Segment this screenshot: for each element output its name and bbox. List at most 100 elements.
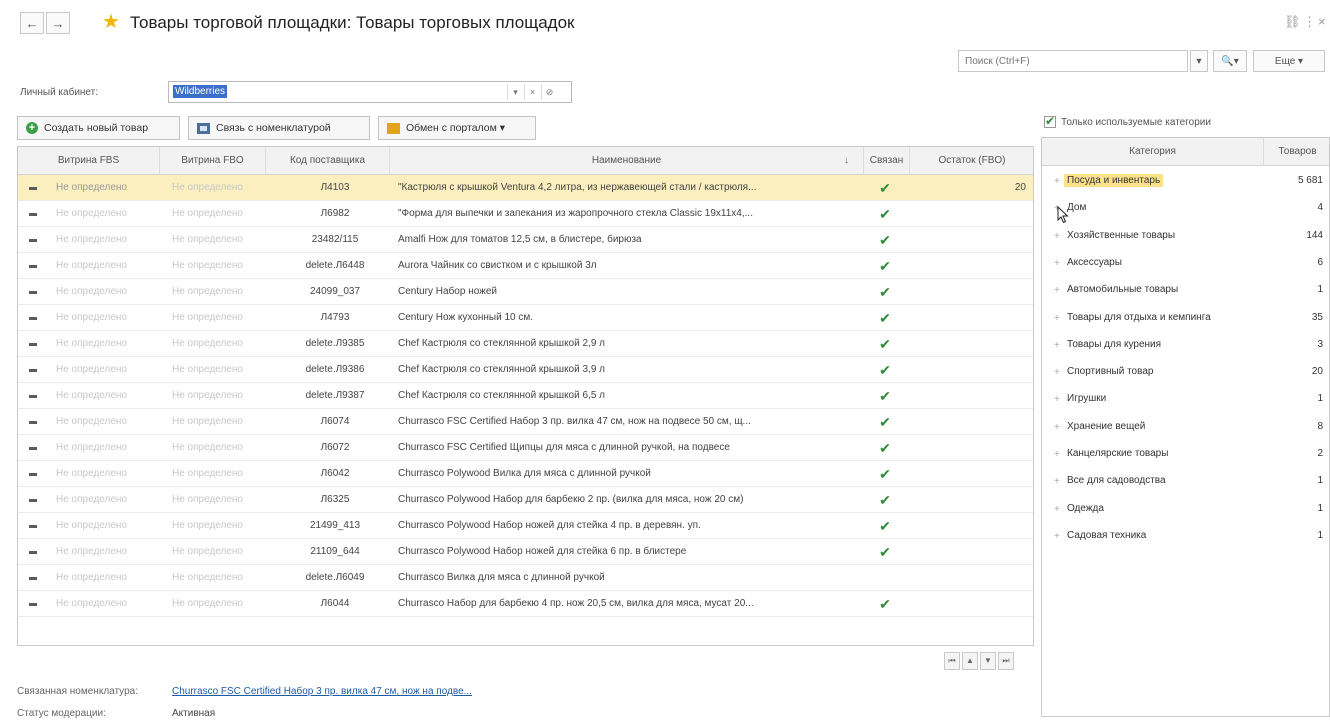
column-name[interactable]: Наименование ↓ (390, 147, 864, 175)
category-row[interactable]: + Садовая техника 1 (1042, 524, 1329, 551)
table-row[interactable]: Не определено Не определено Л4793 Century Н… (18, 305, 1033, 331)
link-nomenclature-button[interactable]: Связь с номенклатурой (188, 116, 370, 140)
table-row[interactable]: Не определено Не определено 21499_413 Churr… (18, 513, 1033, 539)
table-row[interactable]: Не определено Не определено delete.Л9386 Ch… (18, 357, 1033, 383)
category-row[interactable]: + Все для садоводства 1 (1042, 469, 1329, 496)
table-row[interactable]: Не определено Не определено delete.Л9387 Ch… (18, 383, 1033, 409)
products-table[interactable]: Витрина FBS Витрина FBO Код поставщика Н… (17, 146, 1034, 646)
cell-name: "Кастрюля с крышкой Ventura 4,2 литра, и… (398, 182, 757, 193)
category-row[interactable]: + Товары для отдыха и кемпинга 35 (1042, 306, 1329, 333)
category-row[interactable]: + Канцелярские товары 2 (1042, 442, 1329, 469)
more-actions-button[interactable]: Еще ▾ (1253, 50, 1325, 72)
category-row[interactable]: + Игрушки 1 (1042, 387, 1329, 414)
column-fbs[interactable]: Витрина FBS (18, 147, 160, 175)
expand-plus-icon[interactable]: + (1054, 394, 1060, 405)
table-row[interactable]: Не определено Не определено Л6074 Churrasco… (18, 409, 1033, 435)
prev-page-button[interactable]: ▲ (962, 652, 978, 670)
cell-stock (918, 435, 1026, 461)
expand-plus-icon[interactable]: + (1054, 504, 1060, 515)
category-row[interactable]: + Посуда и инвентарь 5 681 (1042, 169, 1329, 196)
category-row[interactable]: + Спортивный товар 20 (1042, 360, 1329, 387)
expand-plus-icon[interactable]: + (1054, 476, 1060, 487)
cell-stock (918, 539, 1026, 565)
next-page-button[interactable]: ▼ (980, 652, 996, 670)
column-code[interactable]: Код поставщика (266, 147, 390, 175)
category-row[interactable]: + Одежда 1 (1042, 497, 1329, 524)
expand-plus-icon[interactable]: + (1054, 285, 1060, 296)
linked-nomenclature-label: Связанная номенклатура: (17, 686, 138, 697)
row-marker-icon (29, 473, 37, 476)
expand-plus-icon[interactable]: + (1054, 340, 1060, 351)
close-icon[interactable]: × (1318, 14, 1326, 29)
search-input[interactable] (958, 50, 1188, 72)
linked-check-icon: ✔ (879, 336, 891, 352)
cabinet-dropdown-button[interactable]: ▾ (507, 84, 523, 100)
cell-code: 23482/115 (311, 234, 359, 245)
linked-nomenclature-link[interactable]: Churrasco FSC Certified Набор 3 пр. вилк… (172, 686, 472, 697)
favorite-star-icon[interactable]: ★ (102, 11, 120, 33)
linked-check-icon: ✔ (879, 362, 891, 378)
expand-plus-icon[interactable]: + (1054, 422, 1060, 433)
last-page-button[interactable]: ⏭ (998, 652, 1014, 670)
forward-button[interactable]: → (46, 12, 70, 34)
column-stock[interactable]: Остаток (FBO) (910, 147, 1033, 175)
table-row[interactable]: Не определено Не определено 21109_644 Churr… (18, 539, 1033, 565)
table-row[interactable]: Не определено Не определено Л6072 Churrasco… (18, 435, 1033, 461)
categories-table[interactable]: Категория Товаров + Посуда и инвентарь 5 6… (1041, 137, 1330, 717)
table-row[interactable]: Не определено Не определено Л6042 Churrasco… (18, 461, 1033, 487)
find-button[interactable]: 🔍▾ (1213, 50, 1247, 72)
table-row[interactable]: Не определено Не определено Л4103 "Кастрюля… (18, 175, 1033, 201)
cell-name: Century Нож кухонный 10 см. (398, 312, 534, 323)
category-count: 1 (1317, 502, 1323, 514)
create-product-button[interactable]: + Создать новый товар (17, 116, 180, 140)
exchange-icon (387, 122, 400, 134)
cabinet-open-button[interactable]: ⊘ (541, 84, 557, 100)
link-icon[interactable]: ⛓ (1284, 14, 1301, 30)
cabinet-field[interactable]: Wildberries ▾ × ⊘ (168, 81, 572, 103)
table-row[interactable]: Не определено Не определено Л6982 "Форма дл… (18, 201, 1033, 227)
more-icon[interactable]: ⋮ (1303, 14, 1316, 30)
cell-fbo: Не определено (172, 572, 243, 583)
only-used-categories-checkbox[interactable]: Только используемые категории (1044, 114, 1211, 128)
table-row[interactable]: Не определено Не определено Л6325 Churrasco… (18, 487, 1033, 513)
category-row[interactable]: + Хозяйственные товары 144 (1042, 224, 1329, 251)
expand-plus-icon[interactable]: + (1054, 449, 1060, 460)
table-row[interactable]: Не определено Не определено delete.Л6448 Au… (18, 253, 1033, 279)
first-page-button[interactable]: ⏮ (944, 652, 960, 670)
table-row[interactable]: Не определено Не определено delete.Л9385 Ch… (18, 331, 1033, 357)
table-row[interactable]: Не определено Не определено 24099_037 Centu… (18, 279, 1033, 305)
cell-name: Churrasco Вилка для мяса с длинной ручко… (398, 572, 605, 583)
category-name: Хранение вещей (1067, 420, 1146, 432)
expand-plus-icon[interactable]: + (1054, 231, 1060, 242)
category-row[interactable]: + Аксессуары 6 (1042, 251, 1329, 278)
category-row[interactable]: + Автомобильные товары 1 (1042, 278, 1329, 305)
row-marker-icon (29, 317, 37, 320)
expand-plus-icon[interactable]: + (1054, 258, 1060, 269)
expand-plus-icon[interactable]: + (1054, 313, 1060, 324)
table-row[interactable]: Не определено Не определено delete.Л6049 Ch… (18, 565, 1033, 591)
cell-stock (918, 487, 1026, 513)
table-row[interactable]: Не определено Не определено 23482/115 Amalf… (18, 227, 1033, 253)
expand-plus-icon[interactable]: + (1054, 531, 1060, 542)
moderation-status-value: Активная (172, 708, 216, 719)
category-row[interactable]: + Хранение вещей 8 (1042, 415, 1329, 442)
exchange-portal-button[interactable]: Обмен с порталом ▾ (378, 116, 536, 140)
category-row[interactable]: + Товары для курения 3 (1042, 333, 1329, 360)
back-button[interactable]: ← (20, 12, 44, 34)
cabinet-clear-button[interactable]: × (524, 84, 540, 100)
search-dropdown-button[interactable]: ▾ (1190, 50, 1208, 72)
exchange-portal-label: Обмен с порталом ▾ (406, 122, 506, 134)
cell-fbs: Не определено (56, 182, 127, 193)
category-row[interactable]: + Дом 4 (1042, 196, 1329, 223)
cell-fbo: Не определено (172, 390, 243, 401)
column-linked[interactable]: Связан (864, 147, 910, 175)
expand-plus-icon[interactable]: + (1054, 367, 1060, 378)
table-row[interactable]: Не определено Не определено Л6044 Churrasco… (18, 591, 1033, 617)
cell-fbo: Не определено (172, 546, 243, 557)
cell-fbs: Не определено (56, 338, 127, 349)
column-category[interactable]: Категория (1042, 138, 1264, 166)
category-name: Товары для отдыха и кемпинга (1067, 311, 1211, 323)
column-fbo[interactable]: Витрина FBO (160, 147, 266, 175)
column-count[interactable]: Товаров (1264, 138, 1329, 166)
expand-plus-icon[interactable]: + (1054, 176, 1060, 187)
